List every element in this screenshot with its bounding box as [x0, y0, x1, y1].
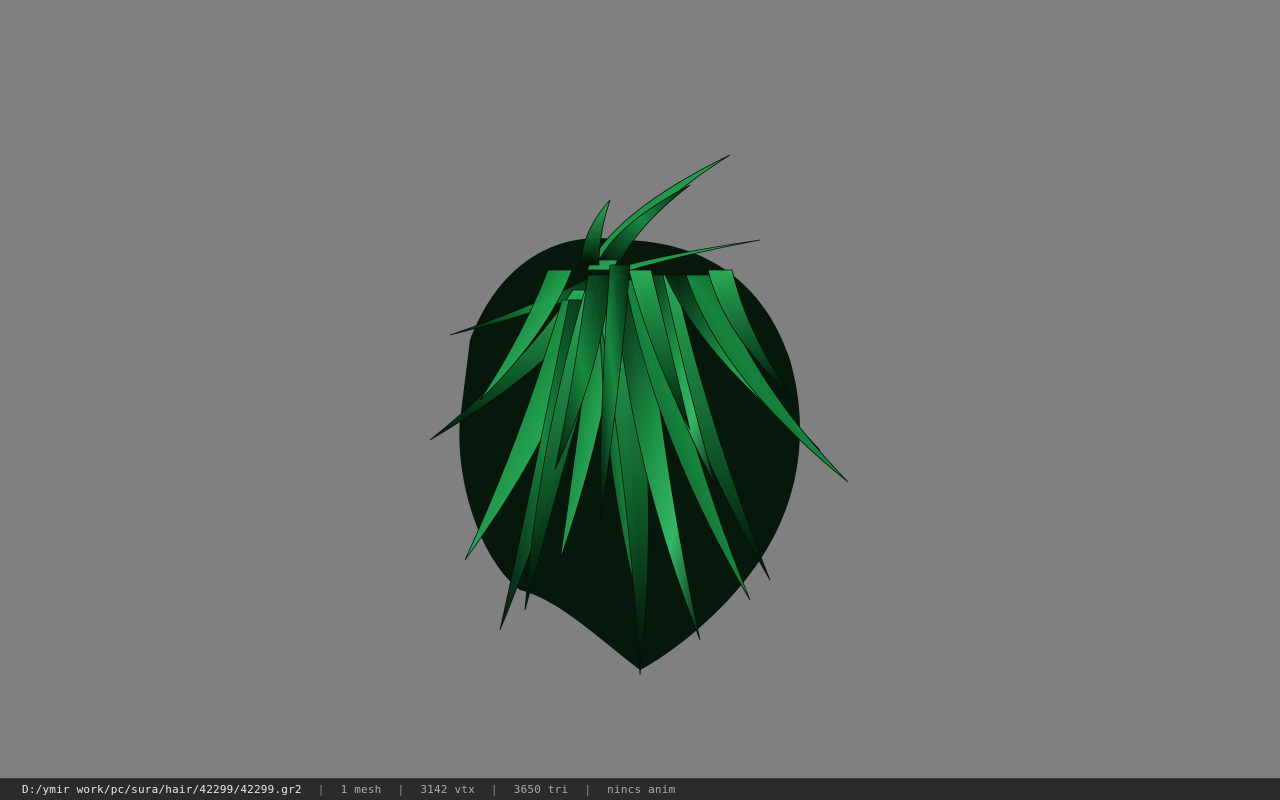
file-path: D:/ymir work/pc/sura/hair/42299/42299.gr… [22, 783, 302, 796]
status-bar: D:/ymir work/pc/sura/hair/42299/42299.gr… [0, 778, 1280, 800]
separator: | [397, 783, 405, 796]
separator: | [490, 783, 498, 796]
separator: | [317, 783, 325, 796]
hair-mass [429, 154, 849, 676]
3d-viewport[interactable] [0, 0, 1280, 778]
animation-status: nincs anim [607, 783, 676, 796]
mesh-count: 1 mesh [340, 783, 382, 796]
separator: | [584, 783, 592, 796]
vertex-count: 3142 vtx [420, 783, 475, 796]
hair-model-render [429, 154, 849, 676]
triangle-count: 3650 tri [513, 783, 569, 796]
